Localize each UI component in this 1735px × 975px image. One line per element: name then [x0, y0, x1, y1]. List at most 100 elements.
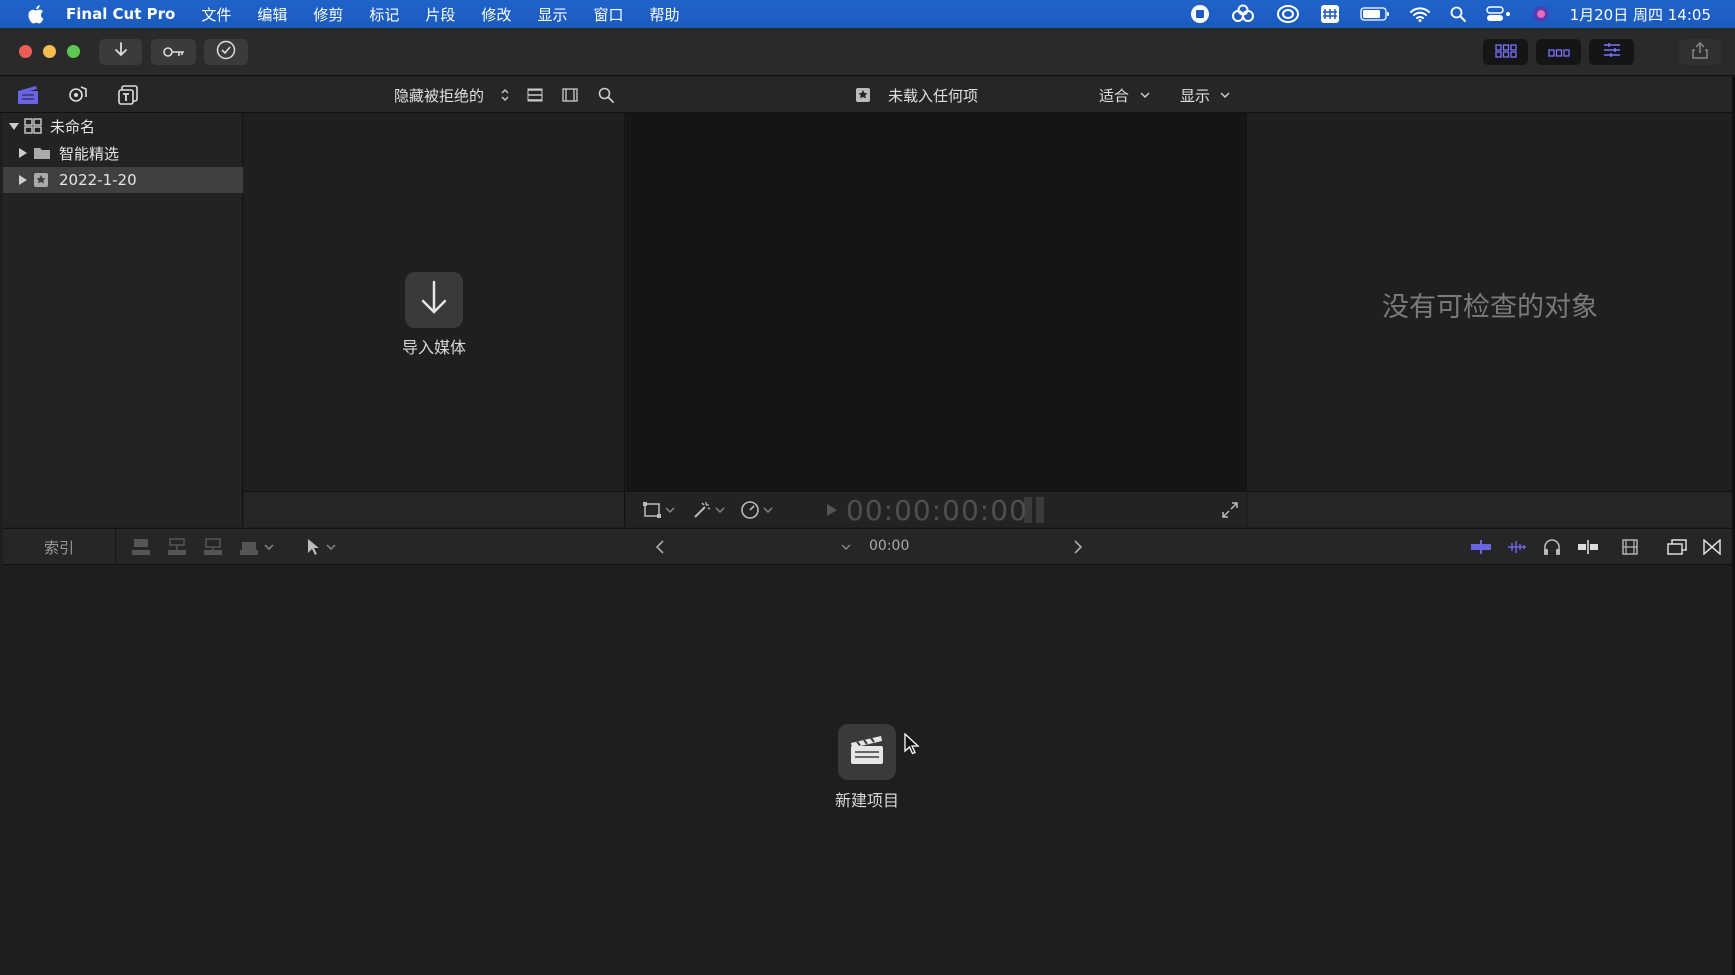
share-button[interactable] [1679, 39, 1721, 65]
browser-footer [244, 491, 625, 527]
audio-skimming-icon[interactable] [1505, 537, 1529, 557]
edit-chevron-down-icon[interactable] [257, 537, 281, 557]
transform-chevron-down-icon[interactable] [658, 500, 682, 520]
transitions-browser-icon[interactable] [1700, 537, 1724, 557]
library-name: 未命名 [50, 117, 96, 136]
display-chevron-down-icon[interactable] [1213, 84, 1237, 106]
event-star-icon [33, 172, 49, 188]
menu-view[interactable]: 显示 [537, 4, 567, 25]
tool-chevron-down-icon[interactable] [319, 537, 343, 557]
show-browser-button[interactable] [1483, 39, 1528, 65]
import-media-label: 导入媒体 [401, 338, 466, 357]
clip-appearance-icon[interactable] [558, 84, 582, 106]
viewer-pane [626, 113, 1247, 491]
timeline-duration: 00:00 [869, 538, 910, 554]
new-project-button[interactable] [838, 724, 896, 780]
sidebar-item-label: 智能精选 [59, 144, 120, 163]
window-toolbar [0, 28, 1735, 76]
menu-help[interactable]: 帮助 [649, 4, 679, 25]
menu-mark[interactable]: 标记 [369, 4, 399, 25]
menubar-clock[interactable]: 1月20日 周四 14:05 [1570, 4, 1711, 25]
snapping-icon[interactable] [1576, 537, 1600, 557]
libraries-clapper-icon[interactable] [16, 84, 40, 106]
control-center-icon[interactable] [1485, 5, 1512, 23]
menu-trim[interactable]: 修剪 [313, 4, 343, 25]
search-icon[interactable] [594, 84, 618, 106]
viewer-clip-icon [851, 84, 875, 106]
swirl-app-icon[interactable] [1276, 4, 1300, 24]
library-grid-icon [24, 118, 42, 134]
battery-icon[interactable] [1359, 7, 1390, 21]
libraries-sidebar: 未命名 智能精选 2022-1-20 [3, 113, 243, 527]
record-stop-icon[interactable] [1190, 4, 1210, 24]
menu-window[interactable]: 窗口 [593, 4, 623, 25]
status-area: 1月20日 周四 14:05 [1190, 0, 1735, 28]
siri-icon[interactable] [1532, 5, 1550, 23]
retime-chevron-down-icon[interactable] [756, 500, 780, 520]
share-icon [1692, 41, 1708, 63]
sidebar-item-event[interactable]: 2022-1-20 [3, 167, 243, 193]
creative-cloud-icon[interactable] [1230, 4, 1256, 24]
menu-modify[interactable]: 修改 [481, 4, 511, 25]
import-media-button[interactable] [405, 272, 463, 328]
updown-chevron-icon[interactable] [493, 84, 517, 106]
show-inspector-button[interactable] [1589, 39, 1634, 65]
sidebar-item-label: 2022-1-20 [59, 171, 137, 189]
timeline-toolbar: 索引 00:00 [3, 528, 1732, 565]
list-view-icon[interactable] [523, 84, 547, 106]
wifi-icon[interactable] [1409, 6, 1430, 22]
mouse-pointer-icon [904, 732, 920, 759]
disclosure-open-icon[interactable] [8, 120, 20, 132]
browser-grid-icon [1494, 43, 1517, 62]
library-row[interactable]: 未命名 [3, 113, 243, 139]
zoom-window-button[interactable] [67, 45, 80, 58]
new-project-label: 新建项目 [834, 791, 899, 810]
keywords-button[interactable] [151, 39, 196, 65]
viewer-title: 未载入任何项 [888, 87, 979, 105]
connect-clip-icon[interactable] [129, 537, 153, 557]
timeline-index-button[interactable]: 索引 [3, 529, 116, 565]
key-icon [162, 43, 185, 62]
clapperboard-icon [850, 735, 884, 769]
background-tasks-button[interactable] [204, 39, 248, 65]
minimize-window-button[interactable] [43, 45, 56, 58]
play-icon[interactable] [820, 500, 844, 520]
disclosure-closed-icon[interactable] [17, 174, 29, 186]
photos-audio-icon[interactable] [66, 84, 90, 106]
apple-icon[interactable] [26, 4, 46, 24]
import-arrow-icon [420, 280, 448, 320]
insert-clip-icon[interactable] [165, 537, 189, 557]
sidebar-item-smart-collections[interactable]: 智能精选 [3, 140, 243, 166]
forward-chevron-right-icon[interactable] [1066, 537, 1090, 557]
viewer-zoom-fit[interactable]: 适合 [1099, 85, 1129, 106]
menu-file[interactable]: 文件 [201, 4, 231, 25]
disclosure-closed-icon[interactable] [17, 147, 29, 159]
back-chevron-left-icon[interactable] [648, 537, 672, 557]
close-window-button[interactable] [19, 45, 32, 58]
skimming-icon[interactable] [1469, 537, 1493, 557]
timeline-icon [1547, 43, 1570, 62]
viewer-timecode: 00:00:00:00 [846, 494, 1028, 527]
inspector-footer [1248, 491, 1732, 527]
fullscreen-icon[interactable] [1218, 500, 1242, 520]
import-button[interactable] [99, 39, 142, 65]
spotlight-search-icon[interactable] [1450, 6, 1466, 22]
enhance-chevron-down-icon[interactable] [708, 500, 732, 520]
headphones-solo-icon[interactable] [1540, 537, 1564, 557]
fit-chevron-down-icon[interactable] [1133, 84, 1157, 106]
show-timeline-button[interactable] [1536, 39, 1581, 65]
menu-edit[interactable]: 编辑 [257, 4, 287, 25]
folder-icon [33, 146, 51, 160]
menu-clip[interactable]: 片段 [425, 4, 455, 25]
clip-appearance-icon[interactable] [1618, 537, 1642, 557]
append-clip-icon[interactable] [201, 537, 225, 557]
titles-generators-icon[interactable] [116, 84, 140, 106]
input-method-icon[interactable] [1320, 4, 1340, 24]
viewer-display-options[interactable]: 显示 [1180, 85, 1210, 106]
effects-browser-icon[interactable] [1665, 537, 1689, 557]
menu-app-name[interactable]: Final Cut Pro [66, 5, 175, 23]
filter-popup-label[interactable]: 隐藏被拒绝的 [394, 85, 484, 106]
project-chevron-down-icon[interactable] [834, 537, 858, 557]
menu-bar: Final Cut Pro 文件 编辑 修剪 标记 片段 修改 显示 窗口 帮助 [0, 0, 1735, 28]
browser-header: 隐藏被拒绝的 未载入任何项 适合 显示 [0, 77, 1735, 113]
